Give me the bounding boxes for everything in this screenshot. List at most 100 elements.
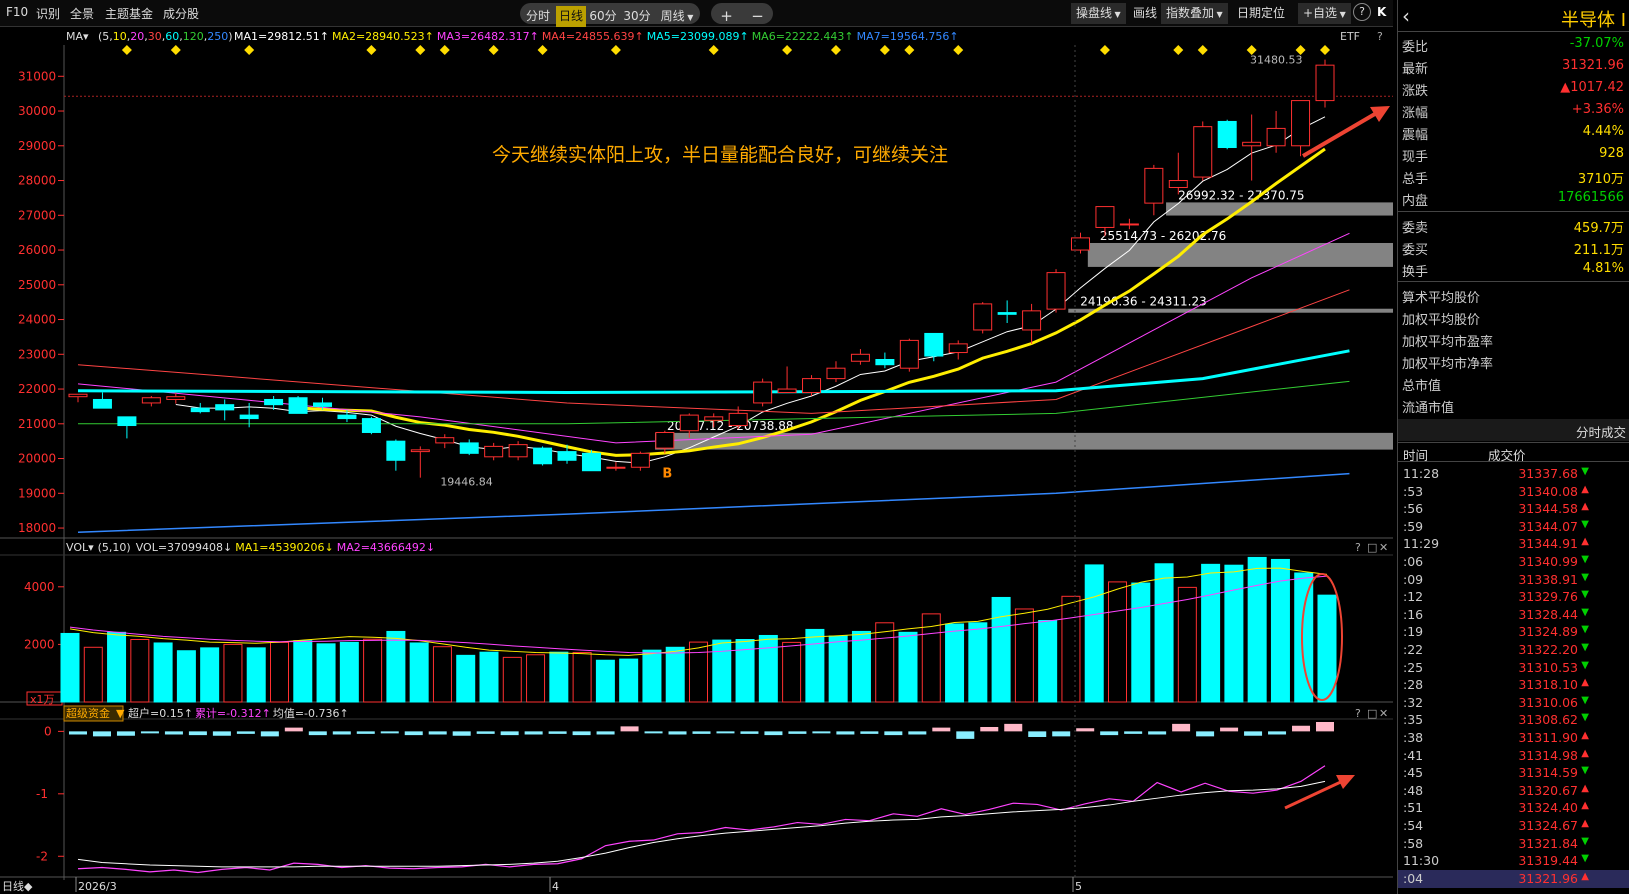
trading-line-button[interactable]: 操盘线 ▼ (1071, 3, 1126, 24)
draw-line-button[interactable]: 画线 (1128, 3, 1162, 24)
candle (288, 397, 308, 414)
stat-link[interactable]: 总市值 (1402, 375, 1441, 394)
stat-link-row[interactable]: 总市值 (1398, 372, 1629, 394)
trade-row[interactable]: :32 31310.06 ▼ (1398, 694, 1629, 712)
collapse-icon[interactable]: K (1377, 5, 1386, 19)
fund-bar (860, 731, 879, 734)
candle (557, 451, 577, 461)
fund-average-line (77, 780, 1326, 868)
signal-diamond (830, 45, 841, 55)
trade-row[interactable]: :45 31314.59 ▼ (1398, 764, 1629, 782)
trade-row[interactable]: :16 31328.44 ▼ (1398, 606, 1629, 624)
zoom-out-button[interactable]: − (742, 6, 773, 27)
help-icon[interactable]: ? (1377, 30, 1383, 43)
shibie-button[interactable]: 识别 (36, 5, 60, 22)
trade-row[interactable]: :04 31321.96 ▲ (1398, 869, 1629, 888)
fund-bar (668, 731, 687, 735)
help-icon[interactable]: ? (1355, 541, 1361, 554)
volume-bar (200, 647, 220, 703)
index-overlay-button[interactable]: 指数叠加 ▼ (1161, 3, 1228, 24)
zoom-in-button[interactable]: + (711, 6, 742, 27)
period-label[interactable]: 日线◆ (2, 879, 33, 893)
candle (386, 440, 406, 461)
trade-row[interactable]: :09 31338.91 ▼ (1398, 571, 1629, 589)
date-locate-button[interactable]: 日期定位 (1232, 3, 1290, 24)
theme-fund-button[interactable]: 主题基金 (105, 5, 153, 22)
chart-area[interactable]: MA▾ (5,10,20,30,60,120,250) MA1=29812.51… (0, 27, 1393, 894)
signal-diamond (537, 45, 548, 55)
fund-bar (236, 731, 255, 734)
stat-link-row[interactable]: 加权平均市净率 (1398, 350, 1629, 372)
price-tick-label: 23000 (18, 347, 56, 361)
trade-row[interactable]: :22 31322.20 ▼ (1398, 641, 1629, 659)
f10-button[interactable]: F10 (6, 5, 28, 19)
fund-tick-label: 0 (44, 724, 52, 738)
close-icon[interactable]: ✕ (1379, 707, 1388, 720)
trade-time: :45 (1403, 765, 1424, 781)
help-icon[interactable]: ? (1353, 3, 1371, 21)
stat-link[interactable]: 加权平均市盈率 (1402, 331, 1493, 350)
tab-intraday[interactable]: 分时 (520, 6, 556, 27)
trade-row[interactable]: 11:30 31319.44 ▼ (1398, 852, 1629, 870)
candle (484, 445, 504, 458)
trade-row[interactable]: 11:28 31337.68 ▼ (1398, 465, 1629, 483)
trade-price: 31338.91 (1518, 571, 1578, 587)
volume-bar (1131, 582, 1151, 703)
trade-time: :12 (1403, 589, 1424, 605)
candle (508, 444, 528, 458)
close-icon[interactable]: ✕ (1379, 541, 1388, 554)
trade-row[interactable]: :58 31321.84 ▼ (1398, 835, 1629, 853)
tab-60min[interactable]: 60分 (586, 6, 620, 27)
stat-link-row[interactable]: 算术平均股价 (1398, 284, 1629, 306)
trade-row[interactable]: 11:29 31344.91 ▲ (1398, 535, 1629, 553)
trade-row[interactable]: :54 31324.67 ▲ (1398, 817, 1629, 835)
chevron-down-icon[interactable]: ▼ (116, 707, 125, 720)
trade-row[interactable]: :53 31340.08 ▲ (1398, 483, 1629, 501)
stat-link-row[interactable]: 加权平均市盈率 (1398, 328, 1629, 350)
volume-bar (968, 622, 988, 703)
stat-link-row[interactable]: 加权平均股价 (1398, 306, 1629, 328)
candle (997, 312, 1017, 315)
stat-link-row[interactable]: 流通市值 (1398, 394, 1629, 416)
vol-ma2: MA2=43666492↓ (337, 541, 435, 554)
stat-label: 委比 (1402, 40, 1429, 55)
trade-row[interactable]: :56 31344.58 ▲ (1398, 500, 1629, 518)
maximize-icon[interactable]: □ (1367, 541, 1377, 554)
trade-row[interactable]: :12 31329.76 ▼ (1398, 588, 1629, 606)
trade-row[interactable]: :59 31344.07 ▼ (1398, 518, 1629, 536)
trade-row[interactable]: :35 31308.62 ▼ (1398, 711, 1629, 729)
trade-row[interactable]: :06 31340.99 ▼ (1398, 553, 1629, 571)
stat-link[interactable]: 流通市值 (1402, 397, 1454, 416)
trade-row[interactable]: :48 31320.67 ▲ (1398, 782, 1629, 800)
trade-time: :06 (1403, 554, 1424, 569)
stat-link[interactable]: 算术平均股价 (1402, 287, 1480, 306)
fund-bar (956, 731, 975, 739)
period-switcher: 分时 日线 60分 30分 周线 ▼ (520, 3, 700, 27)
tab-daily[interactable]: 日线 (556, 6, 586, 27)
ma-indicator-name[interactable]: MA▾ (66, 30, 89, 43)
stat-row: 总手 3710万 (1398, 165, 1629, 187)
constituents-button[interactable]: 成分股 (163, 5, 199, 22)
back-icon[interactable]: ‹ (1402, 4, 1410, 28)
trade-row[interactable]: :28 31318.10 ▲ (1398, 676, 1629, 694)
trade-row[interactable]: :41 31314.98 ▲ (1398, 747, 1629, 765)
fund-bar (1004, 723, 1023, 732)
price-tick-label: 27000 (18, 208, 56, 222)
trade-row[interactable]: :51 31324.40 ▲ (1398, 799, 1629, 817)
trade-row[interactable]: :38 31311.90 ▲ (1398, 729, 1629, 747)
help-icon[interactable]: ? (1355, 707, 1361, 720)
trade-row[interactable]: :19 31324.89 ▼ (1398, 623, 1629, 641)
maximize-icon[interactable]: □ (1367, 707, 1377, 720)
fund-bar (380, 731, 399, 734)
separator (1398, 281, 1629, 282)
stat-link[interactable]: 加权平均股价 (1402, 309, 1480, 328)
watchlist-button[interactable]: +自选 ▼ (1298, 3, 1351, 24)
tab-weekly[interactable]: 周线 ▼ (654, 6, 700, 27)
fund-indicator-name[interactable]: 超级资金 (66, 706, 110, 720)
quanjing-button[interactable]: 全景 (70, 5, 94, 22)
stat-link[interactable]: 加权平均市净率 (1402, 353, 1493, 372)
volume-unit: x1万 (30, 693, 55, 706)
trade-row[interactable]: :25 31310.53 ▼ (1398, 659, 1629, 677)
vol-indicator-name[interactable]: VOL▾ (66, 541, 94, 554)
tab-30min[interactable]: 30分 (620, 6, 654, 27)
